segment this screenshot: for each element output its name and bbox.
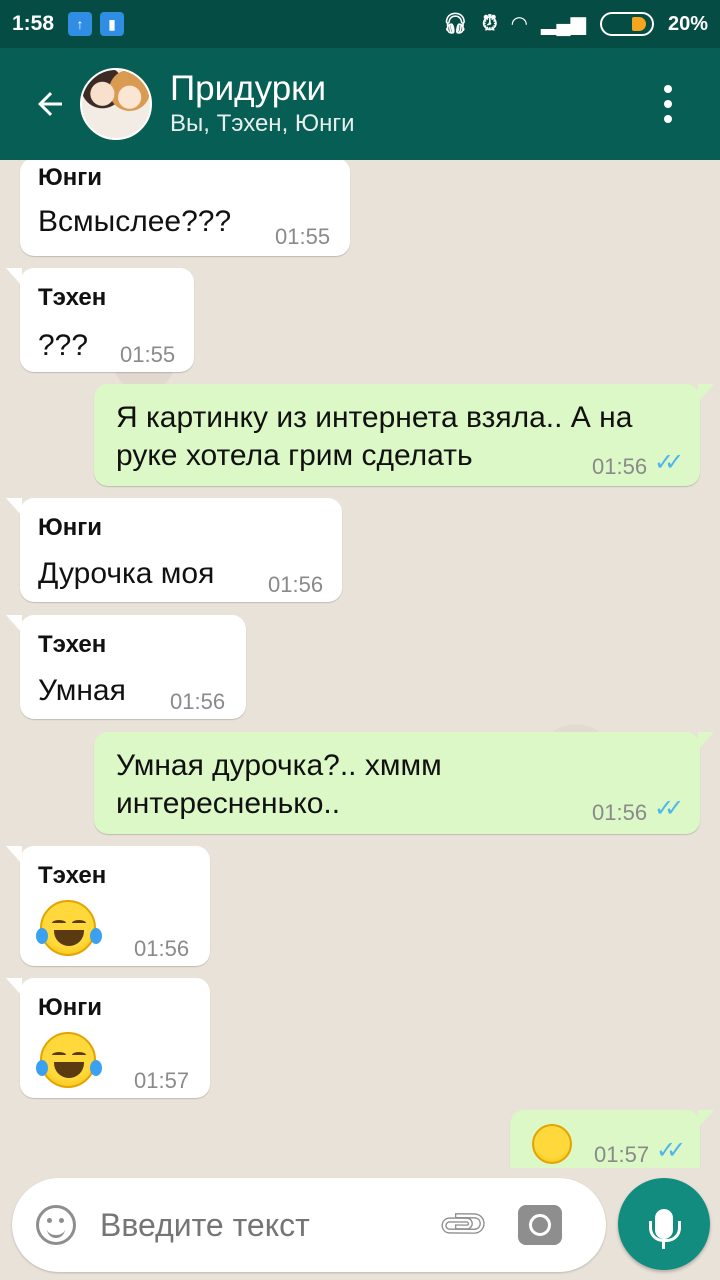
notes-icon: ▮ [100,12,125,36]
message-time: 01:55 [120,342,176,367]
paperclip-icon[interactable]: 📎︎ [430,1191,498,1259]
group-avatar[interactable] [80,68,152,140]
microphone-button[interactable] [618,1178,710,1270]
message-time: 01:56 [592,454,648,479]
message-sender: Юнги [38,514,102,541]
chat-title: Придурки [170,69,327,108]
incoming-message[interactable]: Тэхен Умная 01:56 [6,615,246,719]
camera-icon[interactable] [518,1205,562,1245]
tears-of-joy-emoji-icon [36,900,102,956]
read-ticks-icon: ✓✓ [654,449,684,476]
message-sender: Юнги [38,994,102,1021]
message-text-line: Умная дурочка?.. хммм [116,749,442,782]
message-text: Умная [38,674,126,707]
headphones-icon: 🎧︎ [442,13,469,35]
message-sender: Юнги [38,164,102,191]
outgoing-message[interactable]: 01:57 ✓✓ [510,1110,714,1168]
message-time: 01:56 [170,689,226,714]
message-text-line: руке хотела грим сделать [116,439,473,472]
incoming-message[interactable]: Тэхен 01:56 [6,846,210,966]
message-time: 01:57 [594,1142,650,1167]
message-text: Дурочка моя [38,557,215,590]
smiley-icon[interactable] [36,1205,76,1245]
read-ticks-icon: ✓✓ [656,1137,686,1164]
battery-percent: 20% [667,12,708,35]
more-vert-icon[interactable] [656,85,680,123]
signal-icon: ▂▄▆ [541,13,586,35]
message-time: 01:56 [592,800,648,825]
wifi-icon: ◠ [511,13,528,35]
status-time: 1:58 [12,12,55,35]
status-icons: 🎧︎ ⏰︎ ◠ ▂▄▆ 20% [443,12,708,36]
chat-title-area[interactable]: Придурки Вы, Тэхен, Юнги [170,69,355,139]
incoming-message[interactable]: Юнги Всмыслее??? 01:55 [20,160,350,256]
incoming-message[interactable]: Юнги Дурочка моя 01:56 [6,498,342,602]
status-bar: 1:58 ↑ ▮ 🎧︎ ⏰︎ ◠ ▂▄▆ 20% [0,0,720,48]
incoming-message[interactable]: Тэхен ??? 01:55 [6,268,194,372]
alarm-icon: ⏰︎ [482,13,498,35]
message-sender: Тэхен [38,284,107,311]
message-input[interactable] [100,1206,430,1244]
message-time: 01:56 [268,572,324,597]
message-text: ??? [38,329,89,362]
upload-icon: ↑ [68,12,93,36]
message-text-line: Я картинку из интернета взяла.. А на [116,401,633,434]
message-time: 01:55 [275,224,331,249]
message-composer: 📎︎ [12,1178,606,1272]
message-time: 01:56 [134,936,190,961]
message-sender: Тэхен [38,862,107,889]
microphone-icon [649,1209,681,1249]
outgoing-message[interactable]: Умная дурочка?.. хммм интересненько.. 01… [94,732,714,834]
tears-of-joy-emoji-icon [36,1032,102,1088]
message-text: Всмыслее??? [38,205,232,238]
message-text-line: интересненько.. [116,787,341,820]
outgoing-message[interactable]: Я картинку из интернета взяла.. А на рук… [94,384,714,486]
message-sender: Тэхен [38,631,107,658]
read-ticks-icon: ✓✓ [654,795,684,822]
message-list[interactable]: Юнги Всмыслее??? 01:55 Тэхен ??? 01:55 Я… [0,160,720,1168]
chat-participants: Вы, Тэхен, Юнги [170,110,355,137]
message-time: 01:57 [134,1068,190,1093]
smiling-emoji-icon [532,1124,572,1164]
arrow-back-icon[interactable] [20,74,80,134]
chat-header: Придурки Вы, Тэхен, Юнги [0,48,720,160]
incoming-message[interactable]: Юнги 01:57 [6,978,210,1098]
battery-icon [599,12,654,36]
